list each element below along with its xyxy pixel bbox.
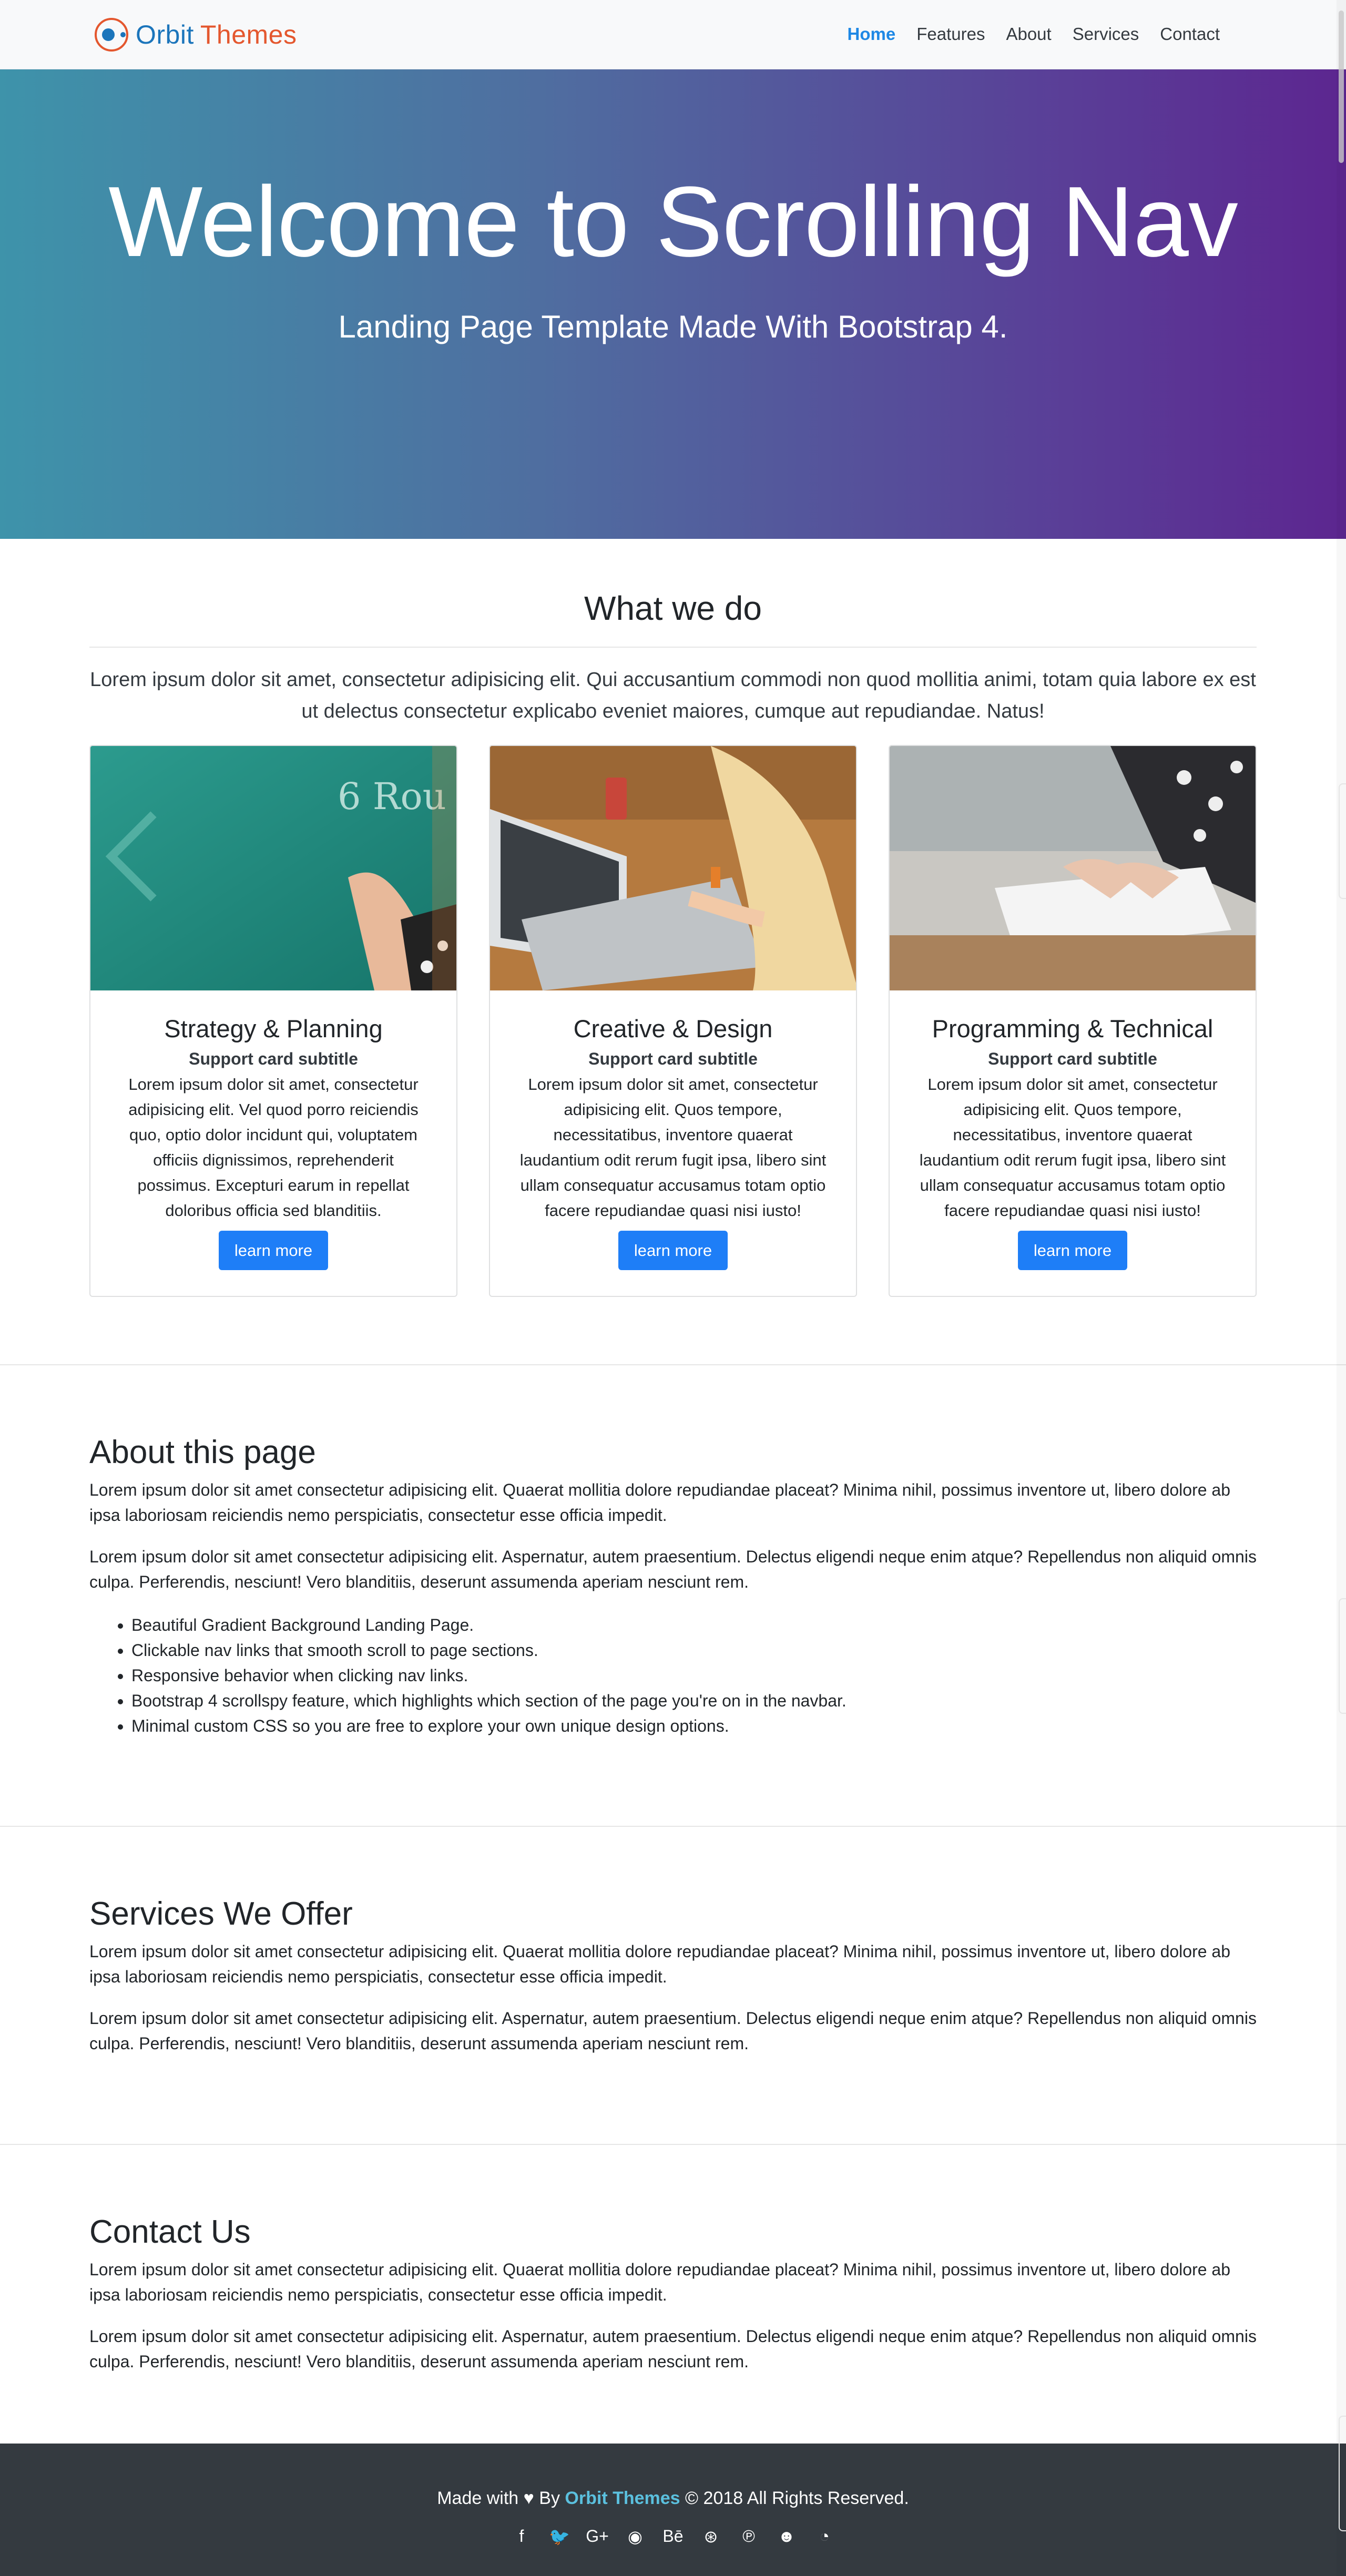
facebook-icon[interactable]: f	[510, 2527, 533, 2547]
nav-link-services[interactable]: Services	[1062, 20, 1150, 48]
card-creative: Creative & Design Support card subtitle …	[489, 745, 857, 1297]
contact-paragraph-1: Lorem ipsum dolor sit amet consectetur a…	[89, 2260, 1231, 2304]
list-item: Bootstrap 4 scrollspy feature, which hig…	[131, 1688, 847, 1713]
navbar: Orbit Themes Home Features About Service…	[0, 0, 1346, 69]
card-programming: Programming & Technical Support card sub…	[889, 745, 1257, 1297]
twitter-icon[interactable]: 🐦	[548, 2527, 571, 2547]
card-subtitle: Support card subtitle	[189, 1049, 358, 1068]
github-icon[interactable]: ◉	[624, 2527, 647, 2547]
what-we-do-title: What we do	[584, 589, 762, 627]
brand-name-themes: Themes	[200, 20, 297, 49]
dribbble-icon[interactable]: ⊛	[699, 2527, 722, 2547]
hero-title: Welcome to Scrolling Nav	[108, 166, 1238, 278]
footer-brand-link[interactable]: Orbit Themes	[565, 2488, 680, 2508]
what-we-do-lead: Lorem ipsum dolor sit amet, consectetur …	[90, 669, 1256, 722]
rss-icon[interactable]: ◔	[813, 2527, 836, 2547]
card-text: Lorem ipsum dolor sit amet, consectetur …	[128, 1075, 419, 1220]
nav-link-home[interactable]: Home	[837, 20, 906, 48]
services-title: Services We Offer	[89, 1896, 353, 1932]
card-image-chalkboard: 6 Rou	[90, 746, 456, 990]
about-paragraph-2: Lorem ipsum dolor sit amet consectetur a…	[89, 1547, 1257, 1591]
nav-links: Home Features About Services Contact	[837, 20, 1230, 48]
card-text: Lorem ipsum dolor sit amet, consectetur …	[519, 1075, 827, 1220]
section-divider	[89, 647, 1257, 648]
page-scrollbar[interactable]	[1337, 0, 1346, 2576]
edge-handle	[1339, 783, 1346, 899]
scrollbar-thumb[interactable]	[1339, 11, 1344, 163]
card-subtitle: Support card subtitle	[588, 1049, 758, 1068]
card-text: Lorem ipsum dolor sit amet, consectetur …	[919, 1075, 1226, 1220]
what-we-do-section: What we do Lorem ipsum dolor sit amet, c…	[0, 539, 1346, 1364]
contact-paragraph-2: Lorem ipsum dolor sit amet consectetur a…	[89, 2327, 1257, 2371]
heart-icon: ♥	[523, 2488, 534, 2508]
behance-icon[interactable]: Bē	[661, 2527, 685, 2547]
brand-logo-link[interactable]: Orbit Themes	[93, 16, 297, 54]
by-text: By	[539, 2488, 560, 2508]
list-item: Minimal custom CSS so you are free to ex…	[131, 1713, 847, 1739]
edge-handle	[1339, 1598, 1346, 1714]
list-item: Clickable nav links that smooth scroll t…	[131, 1638, 847, 1663]
about-title: About this page	[89, 1434, 316, 1470]
learn-more-button[interactable]: learn more	[1018, 1231, 1127, 1270]
brand-name-orbit: Orbit	[136, 20, 194, 49]
pinterest-icon[interactable]: ℗	[737, 2527, 760, 2547]
services-paragraph-2: Lorem ipsum dolor sit amet consectetur a…	[89, 2009, 1257, 2053]
list-item: Beautiful Gradient Background Landing Pa…	[131, 1612, 847, 1638]
hero-section: Welcome to Scrolling Nav Landing Page Te…	[0, 69, 1346, 539]
card-title: Strategy & Planning	[164, 1015, 383, 1042]
contact-title: Contact Us	[89, 2214, 251, 2250]
card-strategy: 6 Rou Strategy & Planning Support card s…	[89, 745, 457, 1297]
google-plus-icon[interactable]: G+	[586, 2527, 609, 2547]
features-list: Beautiful Gradient Background Landing Pa…	[131, 1612, 847, 1739]
footer-credit: Made with ♥ By Orbit Themes © 2018 All R…	[0, 2488, 1346, 2509]
made-with-text: Made with	[437, 2488, 519, 2508]
reddit-icon[interactable]: ☻	[775, 2527, 798, 2547]
nav-link-about[interactable]: About	[995, 20, 1062, 48]
services-section: Services We Offer Lorem ipsum dolor sit …	[0, 1826, 1346, 2144]
svg-text:6 Rou: 6 Rou	[338, 775, 446, 818]
nav-link-contact[interactable]: Contact	[1149, 20, 1230, 48]
copyright-text: © 2018 All Rights Reserved.	[685, 2488, 909, 2508]
edge-handle	[1339, 2416, 1346, 2531]
card-title: Programming & Technical	[932, 1015, 1214, 1042]
orbit-logo-icon	[95, 18, 128, 52]
hero-subtitle: Landing Page Template Made With Bootstra…	[338, 309, 1008, 344]
list-item: Responsive behavior when clicking nav li…	[131, 1663, 847, 1688]
card-image-laptop	[490, 746, 856, 990]
learn-more-button[interactable]: learn more	[618, 1231, 728, 1270]
learn-more-button[interactable]: learn more	[219, 1231, 328, 1270]
footer: Made with ♥ By Orbit Themes © 2018 All R…	[0, 2444, 1346, 2576]
card-title: Creative & Design	[573, 1015, 773, 1042]
nav-link-features[interactable]: Features	[906, 20, 995, 48]
card-image-keyboard	[890, 746, 1256, 990]
social-links: f 🐦 G+ ◉ Bē ⊛ ℗ ☻ ◔	[0, 2527, 1346, 2547]
contact-section: Contact Us Lorem ipsum dolor sit amet co…	[0, 2144, 1346, 2444]
about-paragraph-1: Lorem ipsum dolor sit amet consectetur a…	[89, 1480, 1231, 1525]
card-subtitle: Support card subtitle	[988, 1049, 1157, 1068]
about-section: About this page Lorem ipsum dolor sit am…	[0, 1364, 1346, 1826]
services-paragraph-1: Lorem ipsum dolor sit amet consectetur a…	[89, 1942, 1231, 1986]
